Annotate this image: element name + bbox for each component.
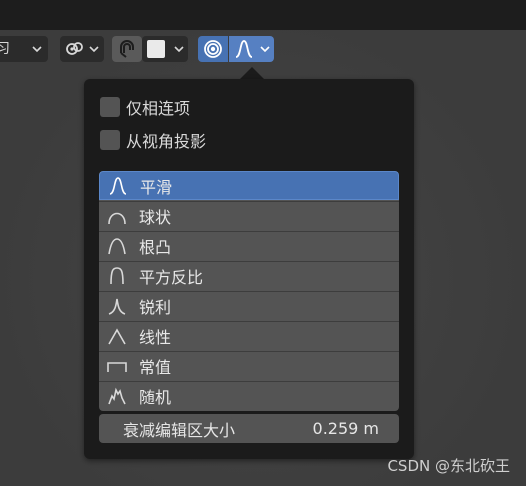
falloff-dropdown[interactable] xyxy=(229,36,274,62)
viewport: 习 仅相连项 从视角投影 平滑 球状 根凸 平方反比 锐利 线性 常值 随机 衰… xyxy=(0,0,526,486)
sphere-curve-icon xyxy=(106,206,128,226)
falloff-option-constant[interactable]: 常值 xyxy=(99,351,399,380)
popup-pointer xyxy=(240,67,264,79)
projected-from-view-checkbox-row[interactable]: 从视角投影 xyxy=(100,129,206,151)
projected-from-view-label: 从视角投影 xyxy=(126,132,207,151)
falloff-option-sharp[interactable]: 锐利 xyxy=(99,291,399,320)
falloff-option-label: 根凸 xyxy=(139,238,172,257)
falloff-option-label: 球状 xyxy=(139,208,172,227)
falloff-option-smooth[interactable]: 平滑 xyxy=(99,171,399,200)
falloff-option-label: 平方反比 xyxy=(139,268,204,287)
falloff-option-label: 常值 xyxy=(139,358,172,377)
falloff-option-label: 锐利 xyxy=(139,298,172,317)
projected-from-view-checkbox[interactable] xyxy=(100,130,120,150)
proportional-size-value: 0.259 m xyxy=(312,419,379,438)
snap-target-dropdown[interactable] xyxy=(142,36,188,62)
root-curve-icon xyxy=(106,236,128,256)
proportional-size-field[interactable]: 衰减编辑区大小 0.259 m xyxy=(99,414,399,443)
falloff-option-label: 平滑 xyxy=(140,177,173,197)
falloff-option-root[interactable]: 根凸 xyxy=(99,231,399,260)
viewport-toolbar: 习 xyxy=(0,30,526,70)
falloff-list: 平滑 球状 根凸 平方反比 锐利 线性 常值 随机 xyxy=(99,171,399,411)
mode-dropdown[interactable]: 习 xyxy=(0,36,48,62)
proportional-edit-toggle[interactable] xyxy=(198,36,228,62)
proportional-size-label: 衰减编辑区大小 xyxy=(123,420,236,440)
pivot-dropdown[interactable] xyxy=(60,36,104,62)
mode-dropdown-label: 习 xyxy=(0,41,10,57)
proportional-edit-icon xyxy=(204,40,222,58)
falloff-option-sphere[interactable]: 球状 xyxy=(99,201,399,230)
header-bar xyxy=(0,0,526,30)
inverse-square-curve-icon xyxy=(106,266,128,286)
smooth-falloff-icon xyxy=(235,40,253,58)
falloff-option-label: 线性 xyxy=(139,328,172,347)
snap-magnet-icon xyxy=(120,40,134,58)
connected-only-label: 仅相连项 xyxy=(126,99,191,118)
connected-only-checkbox[interactable] xyxy=(100,97,120,117)
chevron-down-icon xyxy=(174,46,184,53)
constant-curve-icon xyxy=(106,356,128,376)
falloff-option-random[interactable]: 随机 xyxy=(99,381,399,410)
falloff-option-inverse-square[interactable]: 平方反比 xyxy=(99,261,399,290)
chevron-down-icon xyxy=(260,46,270,53)
white-square-icon xyxy=(147,40,165,58)
link-chain-icon xyxy=(66,42,83,55)
chevron-down-icon xyxy=(89,46,99,53)
falloff-option-label: 随机 xyxy=(139,388,172,407)
random-curve-icon xyxy=(106,386,128,406)
connected-only-checkbox-row[interactable]: 仅相连项 xyxy=(100,96,190,118)
watermark: CSDN @东北砍王 xyxy=(387,457,510,475)
sharp-curve-icon xyxy=(106,296,128,316)
snap-toggle[interactable] xyxy=(112,36,142,62)
linear-curve-icon xyxy=(106,326,128,346)
chevron-down-icon xyxy=(32,46,42,53)
smooth-curve-icon xyxy=(107,176,129,196)
falloff-option-linear[interactable]: 线性 xyxy=(99,321,399,350)
